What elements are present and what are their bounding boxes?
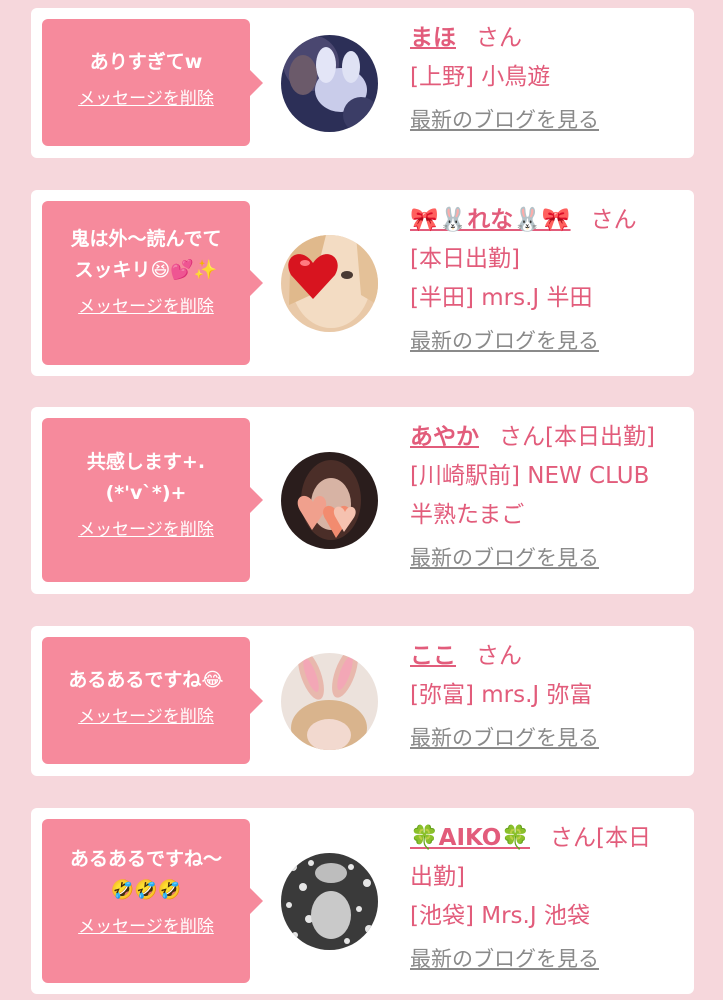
status-text: [本日出勤] [410,246,520,272]
list-item: あるあるですね〜 🤣🤣🤣 メッセージを削除 🍀AIKO🍀 さん[本日 出勤] [… [31,808,694,994]
avatar[interactable] [281,452,378,549]
name-row: 🍀AIKO🍀 さん[本日 [410,819,680,858]
status-text: 出勤] [410,864,465,890]
profile-name-link[interactable]: 🎀🐰れな🐰🎀 [410,207,571,233]
shop-detail-cont: 半熟たまご [410,502,525,528]
honorific: さん [590,207,637,233]
honorific: さん [476,643,522,669]
delete-message-link[interactable]: メッセージを削除 [78,292,214,317]
message-text: 鬼は外〜読んでて スッキリ😆💕✨ [70,228,222,281]
name-row: あやか さん[本日出勤] [410,418,680,457]
profile-info: ここ さん [弥富] mrs.J 弥富 最新のブログを見る [410,637,680,758]
message-bubble: 共感します+. (*'v`*)+ メッセージを削除 [42,418,263,582]
latest-blog-link[interactable]: 最新のブログを見る [410,539,599,578]
avatar[interactable] [281,235,378,332]
list-item: ありすぎてw メッセージを削除 まほ さん [上野] 小鳥遊 最新のブログを見る [31,8,694,158]
latest-blog-link[interactable]: 最新のブログを見る [410,719,599,758]
latest-blog-link[interactable]: 最新のブログを見る [410,322,599,361]
message-list: ありすぎてw メッセージを削除 まほ さん [上野] 小鳥遊 最新のブログを見る … [0,0,723,1000]
profile-name-link[interactable]: 🍀AIKO🍀 [410,825,530,851]
latest-blog-link[interactable]: 最新のブログを見る [410,940,599,979]
shop-detail: [半田] mrs.J 半田 [410,285,593,311]
honorific: さん[本日出勤] [499,424,655,450]
shop-detail: [川崎駅前] NEW CLUB [410,463,650,489]
name-row: 🎀🐰れな🐰🎀 さん [410,201,680,240]
delete-message-link[interactable]: メッセージを削除 [78,515,214,540]
name-row: ここ さん [410,637,680,676]
message-text: あるあるですね😂 [68,669,224,691]
list-item: あるあるですね😂 メッセージを削除 ここ さん [弥富] mrs.J 弥富 最新の… [31,626,694,776]
profile-name-link[interactable]: ここ [410,643,456,669]
shop-detail: [上野] 小鳥遊 [410,64,551,90]
shop-detail: [池袋] Mrs.J 池袋 [410,903,590,929]
message-bubble: 鬼は外〜読んでて スッキリ😆💕✨ メッセージを削除 [42,201,263,365]
message-bubble: あるあるですね😂 メッセージを削除 [42,637,263,764]
avatar[interactable] [281,35,378,132]
delete-message-link[interactable]: メッセージを削除 [78,84,214,109]
honorific: さん [476,25,522,51]
latest-blog-link[interactable]: 最新のブログを見る [410,101,599,140]
profile-name-link[interactable]: まほ [410,25,456,51]
shop-detail: [弥富] mrs.J 弥富 [410,682,593,708]
delete-message-link[interactable]: メッセージを削除 [78,702,214,727]
message-text: あるあるですね〜 🤣🤣🤣 [69,848,222,901]
list-item: 共感します+. (*'v`*)+ メッセージを削除 あやか さん[本日出勤] [川… [31,407,694,594]
avatar[interactable] [281,653,378,750]
list-item: 鬼は外〜読んでて スッキリ😆💕✨ メッセージを削除 🎀🐰れな🐰🎀 さん [本日出勤… [31,190,694,376]
avatar[interactable] [281,853,378,950]
honorific: さん[本日 [549,825,651,851]
profile-info: まほ さん [上野] 小鳥遊 最新のブログを見る [410,19,680,140]
message-text: 共感します+. (*'v`*)+ [86,451,206,504]
message-text: ありすぎてw [89,51,203,73]
name-row: まほ さん [410,19,680,58]
profile-info: 🎀🐰れな🐰🎀 さん [本日出勤] [半田] mrs.J 半田 最新のブログを見る [410,201,680,361]
message-bubble: あるあるですね〜 🤣🤣🤣 メッセージを削除 [42,819,263,983]
profile-name-link[interactable]: あやか [410,424,479,450]
profile-info: あやか さん[本日出勤] [川崎駅前] NEW CLUB 半熟たまご 最新のブログ… [410,418,680,578]
delete-message-link[interactable]: メッセージを削除 [78,912,214,937]
profile-info: 🍀AIKO🍀 さん[本日 出勤] [池袋] Mrs.J 池袋 最新のブログを見る [410,819,680,979]
message-bubble: ありすぎてw メッセージを削除 [42,19,263,146]
